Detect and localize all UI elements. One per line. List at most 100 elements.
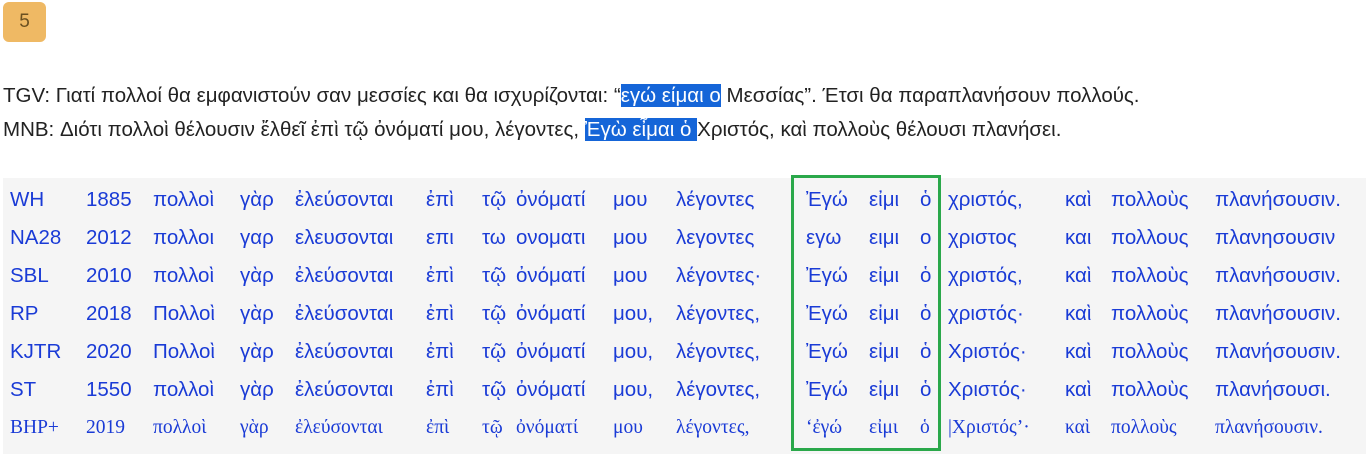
word-cell[interactable]: πλανήσουσι. bbox=[1215, 371, 1331, 409]
word-cell[interactable]: Πολλοὶ bbox=[153, 333, 215, 371]
word-cell[interactable]: ἐπὶ bbox=[426, 257, 454, 295]
word-cell[interactable]: μου, bbox=[613, 295, 653, 333]
word-cell[interactable]: λέγοντες, bbox=[676, 371, 760, 409]
word-cell[interactable]: ὀνόματί bbox=[516, 181, 585, 219]
word-cell[interactable]: ὀνόματί bbox=[516, 295, 585, 333]
edition-year: 2010 bbox=[86, 264, 132, 287]
word-cell[interactable]: πλανήσουσιν. bbox=[1215, 257, 1341, 295]
word-cell[interactable]: πολλους bbox=[1111, 219, 1189, 257]
word-cell[interactable]: ἐπὶ bbox=[426, 333, 454, 371]
word-cell[interactable]: πλανήσουσιν. bbox=[1215, 295, 1341, 333]
word-cell[interactable]: χριστός, bbox=[948, 181, 1023, 219]
word-cell[interactable]: ἐλεύσονται bbox=[295, 257, 393, 295]
verse-number-badge: 5 bbox=[3, 2, 46, 42]
word-cell[interactable]: πολλοὶ bbox=[153, 371, 214, 409]
word-cell[interactable]: γὰρ bbox=[240, 257, 274, 295]
word-cell[interactable]: ελευσονται bbox=[295, 219, 393, 257]
word-cell[interactable]: ἐπὶ bbox=[426, 371, 454, 409]
word-cell[interactable]: πλανήσουσιν. bbox=[1215, 181, 1341, 219]
word-cell[interactable]: πλανήσουσιν. bbox=[1215, 409, 1323, 447]
word-cell[interactable]: πολλοὺς bbox=[1111, 333, 1189, 371]
word-cell[interactable]: ἐλεύσονται bbox=[295, 333, 393, 371]
edition-label: BHP+ bbox=[10, 417, 59, 438]
word-cell[interactable]: χριστος bbox=[948, 219, 1017, 257]
word-cell[interactable]: πολλοὶ bbox=[153, 257, 214, 295]
word-cell[interactable]: πολλοὶ bbox=[153, 409, 207, 447]
word-cell[interactable]: γὰρ bbox=[240, 181, 274, 219]
word-cell[interactable]: ὀνόματί bbox=[516, 371, 585, 409]
word-cell[interactable]: λέγοντες bbox=[676, 181, 754, 219]
edition-year: 2020 bbox=[86, 340, 132, 363]
table-row: ST 1550 πολλοὶ γὰρ ἐλεύσονται ἐπὶ τῷ ὀνόματί μου… bbox=[3, 371, 1366, 409]
word-cell[interactable]: χριστός· bbox=[948, 295, 1024, 333]
word-cell[interactable]: χριστός, bbox=[948, 257, 1023, 295]
word-cell[interactable]: γὰρ bbox=[240, 295, 274, 333]
word-cell[interactable]: γὰρ bbox=[240, 333, 274, 371]
table-row: NA28 2012 πολλοι γαρ ελευσονται επι τω ονοματι μ… bbox=[3, 219, 1366, 257]
word-cell[interactable]: τῷ bbox=[482, 333, 506, 371]
word-cell[interactable]: Χριστός· bbox=[948, 333, 1027, 371]
word-cell[interactable]: πολλοὺς bbox=[1111, 371, 1189, 409]
word-cell[interactable]: πολλοὺς bbox=[1111, 295, 1189, 333]
word-cell[interactable]: καὶ bbox=[1065, 181, 1091, 219]
word-cell[interactable]: Χριστός· bbox=[948, 371, 1027, 409]
word-cell[interactable]: τῷ bbox=[482, 257, 506, 295]
word-cell[interactable]: πολλοι bbox=[153, 219, 214, 257]
word-cell[interactable]: ἐλεύσονται bbox=[295, 181, 393, 219]
word-cell[interactable]: ἐπὶ bbox=[426, 295, 454, 333]
word-cell[interactable]: λεγοντες bbox=[676, 219, 754, 257]
word-cell[interactable]: λέγοντες· bbox=[676, 257, 761, 295]
table-row: RP 2018 Πολλοὶ γὰρ ἐλεύσονται ἐπὶ τῷ ὀνόματί μου… bbox=[3, 295, 1366, 333]
table-row: SBL 2010 πολλοὶ γὰρ ἐλεύσονται ἐπὶ τῷ ὀνόματί μο… bbox=[3, 257, 1366, 295]
word-cell[interactable]: καὶ bbox=[1065, 409, 1090, 447]
word-cell[interactable]: ονοματι bbox=[516, 219, 585, 257]
word-cell[interactable]: καὶ bbox=[1065, 257, 1091, 295]
word-cell[interactable]: ὀνόματί bbox=[516, 409, 578, 447]
word-cell[interactable]: ἐλεύσονται bbox=[295, 295, 393, 333]
word-cell[interactable]: τῷ bbox=[482, 371, 506, 409]
word-cell[interactable]: τω bbox=[482, 219, 506, 257]
word-cell[interactable]: καὶ bbox=[1065, 333, 1091, 371]
word-cell[interactable]: καὶ bbox=[1065, 371, 1091, 409]
word-cell[interactable]: γὰρ bbox=[240, 409, 269, 447]
translation-text: TGV: Γιατί πολλοί θα εμφανιστούν σαν μεσ… bbox=[3, 84, 621, 107]
word-cell[interactable]: ἐπὶ bbox=[426, 409, 449, 447]
word-cell[interactable]: τῷ bbox=[482, 181, 506, 219]
word-cell[interactable]: τῷ bbox=[482, 295, 506, 333]
word-cell[interactable]: μου bbox=[613, 181, 647, 219]
word-cell[interactable]: μου bbox=[613, 257, 647, 295]
translation-line-mnb: MNB: Διότι πολλοὶ θέλουσιν ἔλθεῖ ἐπὶ τῷ … bbox=[3, 116, 1061, 144]
word-cell[interactable]: λέγοντες, bbox=[676, 333, 760, 371]
word-cell[interactable]: επι bbox=[426, 219, 454, 257]
word-cell[interactable]: πλανήσουσιν. bbox=[1215, 333, 1341, 371]
edition-year: 2012 bbox=[86, 226, 132, 249]
word-cell[interactable]: πολλοὶ bbox=[153, 181, 214, 219]
word-cell[interactable]: και bbox=[1065, 219, 1091, 257]
word-cell[interactable]: πολλοὺς bbox=[1111, 409, 1177, 447]
highlighted-phrase: εγώ είμαι ο bbox=[620, 84, 721, 107]
edition-label: WH bbox=[10, 188, 45, 211]
word-cell[interactable]: λέγοντες, bbox=[676, 295, 760, 333]
edition-label: RP bbox=[10, 302, 39, 325]
word-cell[interactable]: μου, bbox=[613, 333, 653, 371]
word-cell[interactable]: πολλοὺς bbox=[1111, 257, 1189, 295]
word-cell[interactable]: ἐλεύσονται bbox=[295, 409, 383, 447]
word-cell[interactable]: Πολλοὶ bbox=[153, 295, 215, 333]
word-cell[interactable]: ἐλεύσονται bbox=[295, 371, 393, 409]
word-cell[interactable]: μου, bbox=[613, 371, 653, 409]
word-cell[interactable]: πλανησουσιν bbox=[1215, 219, 1335, 257]
word-cell[interactable]: γαρ bbox=[240, 219, 274, 257]
word-cell[interactable]: γὰρ bbox=[240, 371, 274, 409]
word-cell[interactable]: πολλοὺς bbox=[1111, 181, 1189, 219]
word-cell[interactable]: λέγοντες, bbox=[676, 409, 749, 447]
word-cell[interactable]: |Χριστός’· bbox=[948, 409, 1030, 447]
word-cell[interactable]: μου bbox=[613, 409, 643, 447]
translation-text: Χριστός, καὶ πολλοὺς θέλουσι πλανήσει. bbox=[697, 118, 1062, 141]
edition-year: 1885 bbox=[86, 188, 132, 211]
word-cell[interactable]: ὀνόματί bbox=[516, 333, 585, 371]
word-cell[interactable]: καὶ bbox=[1065, 295, 1091, 333]
word-cell[interactable]: τῷ bbox=[482, 409, 503, 447]
word-cell[interactable]: ἐπὶ bbox=[426, 181, 454, 219]
word-cell[interactable]: μου bbox=[613, 219, 647, 257]
word-cell[interactable]: ὀνόματί bbox=[516, 257, 585, 295]
